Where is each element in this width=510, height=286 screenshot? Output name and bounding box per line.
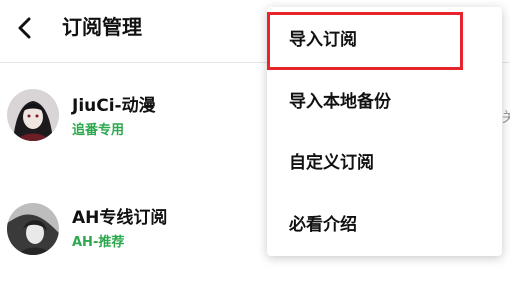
menu-item-label: 导入订阅 <box>289 30 357 50</box>
subscription-tag: 追番专用 <box>72 123 125 138</box>
menu-item-label: 必看介绍 <box>289 215 357 235</box>
page-title: 订阅管理 <box>62 15 142 39</box>
menu-item-label: 自定义订阅 <box>289 153 374 173</box>
menu-item-must-read-intro[interactable]: 必看介绍 <box>267 194 502 256</box>
menu-item-import-subscription[interactable]: 导入订阅 <box>267 7 502 69</box>
clipped-action-text[interactable]: 关 <box>502 107 510 127</box>
subscription-tag: AH-推荐 <box>72 235 125 250</box>
back-arrow-icon <box>10 12 42 44</box>
menu-item-import-local-backup[interactable]: 导入本地备份 <box>267 70 502 132</box>
back-button[interactable] <box>10 12 42 44</box>
menu-item-custom-subscription[interactable]: 自定义订阅 <box>267 132 502 194</box>
overflow-menu: 导入订阅 导入本地备份 自定义订阅 必看介绍 <box>267 7 502 256</box>
subscription-name: JiuCi-动漫 <box>72 96 156 116</box>
subscription-name: AH专线订阅 <box>72 208 168 228</box>
avatar <box>7 203 59 255</box>
menu-item-label: 导入本地备份 <box>289 92 391 112</box>
avatar <box>7 89 59 141</box>
